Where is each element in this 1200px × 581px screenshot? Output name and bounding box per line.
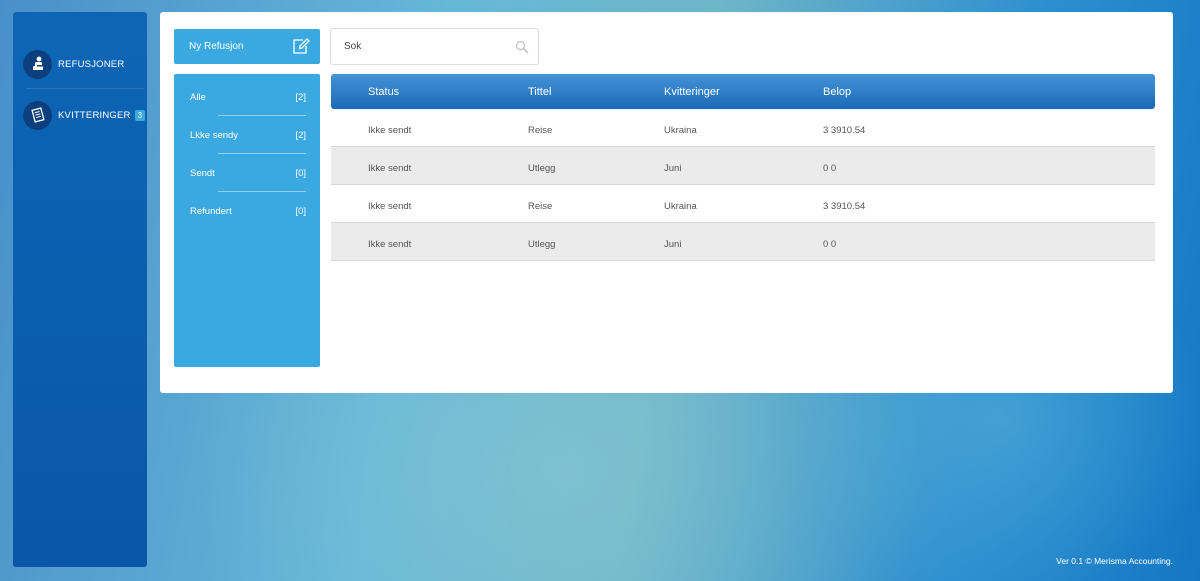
- refund-table: Status Tittel Kvitteringer Belop Ikke se…: [331, 74, 1155, 261]
- count-badge: 3: [134, 109, 146, 121]
- new-refund-label: Ny Refusjon: [189, 41, 244, 52]
- sidebar-item-kvitteringer[interactable]: KVITTERINGER 3: [23, 93, 147, 137]
- column-header-status[interactable]: Status: [368, 86, 399, 98]
- cell-belop: 0 0: [823, 163, 837, 174]
- search-input[interactable]: [331, 29, 501, 64]
- filter-label: Refundert: [190, 205, 232, 217]
- main-panel: Ny Refusjon Alle [2] Lkke sendy [2]: [160, 12, 1173, 393]
- table-header: Status Tittel Kvitteringer Belop: [331, 74, 1155, 109]
- table-row[interactable]: Ikke sendt Reise Ukraina 3 3910.54: [331, 185, 1155, 223]
- search-icon[interactable]: [515, 40, 529, 59]
- filter-count: [2]: [295, 91, 306, 103]
- cell-kvitteringer: Ukraina: [664, 125, 697, 136]
- cell-tittel: Reise: [528, 125, 553, 136]
- filter-label: Lkke sendy: [190, 129, 239, 141]
- cell-kvitteringer: Juni: [664, 163, 682, 174]
- cell-status: Ikke sendt: [368, 163, 412, 174]
- sidebar-item-label: KVITTERINGER: [58, 109, 131, 121]
- cell-tittel: Reise: [528, 201, 553, 212]
- cell-status: Ikke sendt: [368, 201, 412, 212]
- cell-tittel: Utlegg: [528, 163, 556, 174]
- table-row[interactable]: Ikke sendt Utlegg Juni 0 0: [331, 223, 1155, 261]
- cell-tittel: Utlegg: [528, 239, 556, 250]
- sidebar: REFUSJONER KVITTERINGER 3: [13, 12, 147, 567]
- new-refund-button[interactable]: Ny Refusjon: [174, 29, 320, 64]
- filter-count: [0]: [295, 167, 306, 179]
- column-header-belop[interactable]: Belop: [823, 86, 851, 98]
- table-row[interactable]: Ikke sendt Reise Ukraina 3 3910.54: [331, 109, 1155, 147]
- footer-version: Ver 0.1 © Merisma Accounting.: [1056, 556, 1173, 566]
- receipt-icon: [23, 100, 52, 130]
- search-box: [330, 28, 539, 65]
- filter-label: Sendt: [190, 167, 215, 179]
- filter-list: Alle [2] Lkke sendy [2] Sendt [0] Refund…: [174, 74, 320, 367]
- column-header-kvitteringer[interactable]: Kvitteringer: [664, 86, 720, 98]
- cell-kvitteringer: Ukraina: [664, 201, 697, 212]
- cell-belop: 0 0: [823, 239, 837, 250]
- sidebar-divider: [26, 88, 144, 89]
- sidebar-item-label: REFUSJONER: [58, 58, 125, 70]
- cell-status: Ikke sendt: [368, 239, 412, 250]
- cell-belop: 3 3910.54: [823, 125, 866, 136]
- filter-label: Alle: [190, 91, 206, 103]
- edit-icon: [292, 38, 310, 57]
- filter-ikke-sendt[interactable]: Lkke sendy [2]: [174, 116, 320, 154]
- filter-refundert[interactable]: Refundert [0]: [174, 192, 320, 230]
- filter-count: [0]: [295, 205, 306, 217]
- filter-alle[interactable]: Alle [2]: [174, 78, 320, 116]
- user-refund-icon: [23, 49, 52, 79]
- table-row[interactable]: Ikke sendt Utlegg Juni 0 0: [331, 147, 1155, 185]
- cell-status: Ikke sendt: [368, 125, 412, 136]
- sidebar-item-refusjoner[interactable]: REFUSJONER: [23, 42, 147, 86]
- cell-kvitteringer: Juni: [664, 239, 682, 250]
- column-header-tittel[interactable]: Tittel: [528, 86, 551, 98]
- cell-belop: 3 3910.54: [823, 201, 866, 212]
- filter-sendt[interactable]: Sendt [0]: [174, 154, 320, 192]
- filter-count: [2]: [295, 129, 306, 141]
